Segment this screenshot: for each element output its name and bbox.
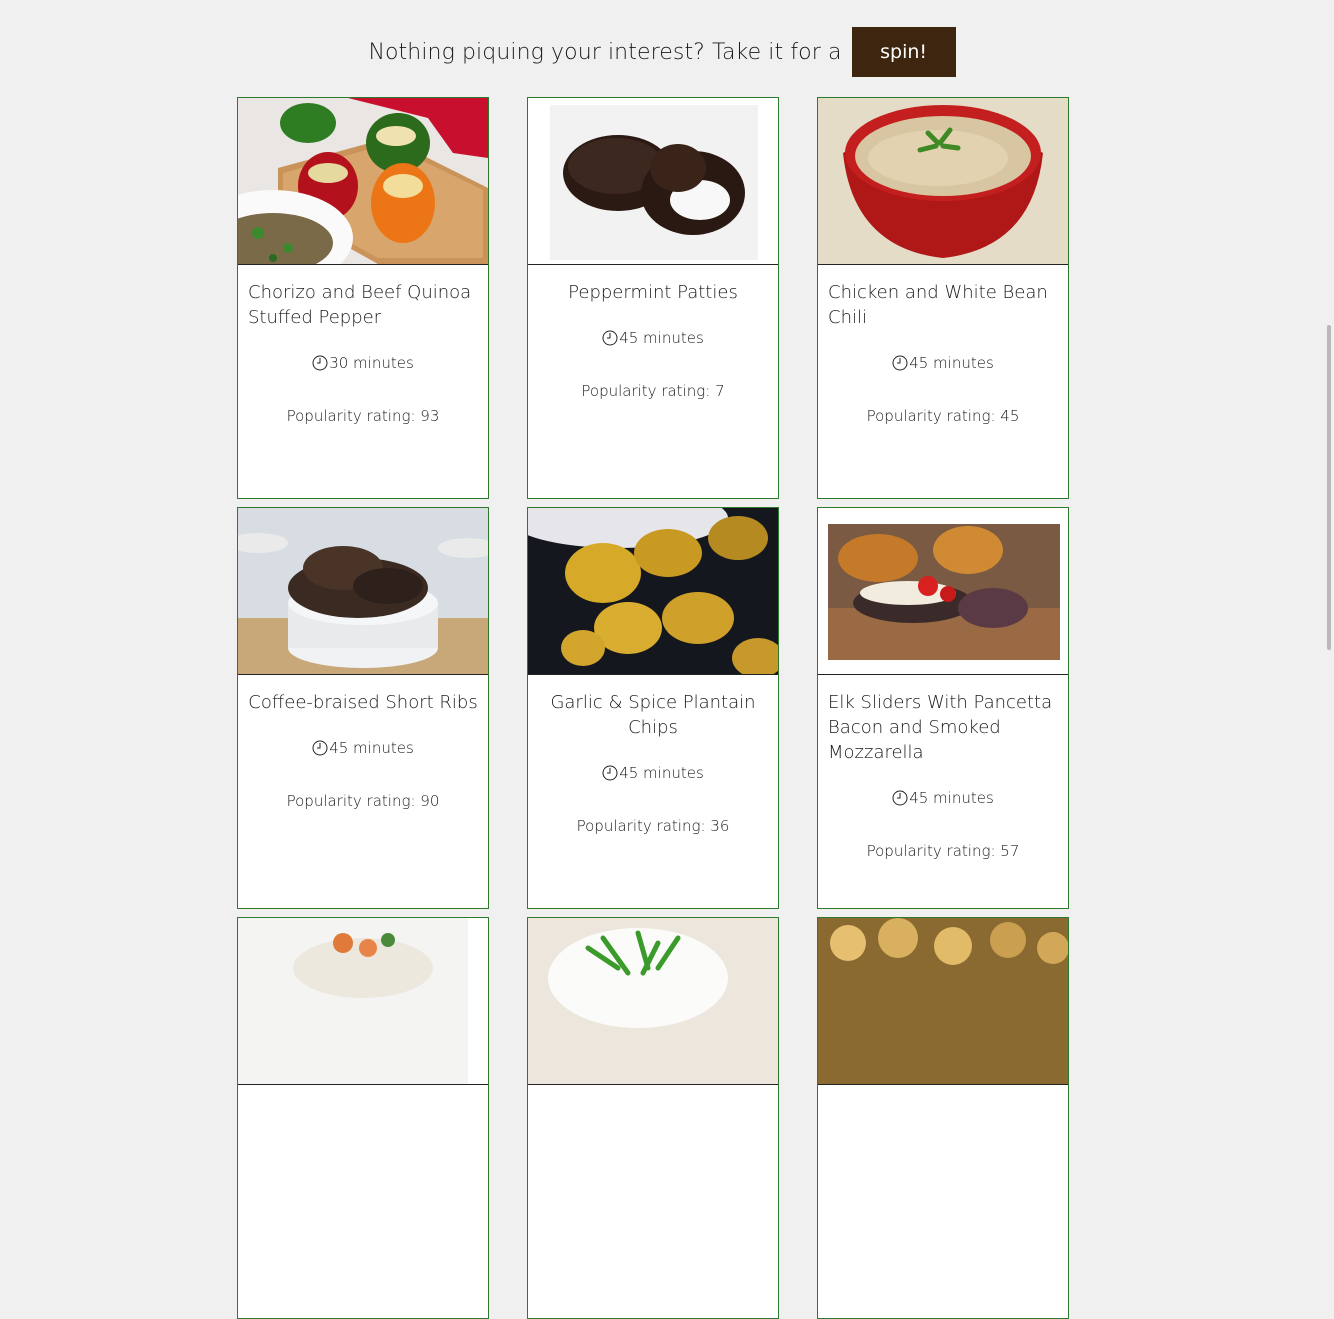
clock-icon bbox=[602, 765, 618, 781]
clock-icon bbox=[892, 355, 908, 371]
spin-button[interactable]: spin! bbox=[851, 27, 956, 77]
recipe-rating: Popularity rating: 36 bbox=[576, 817, 730, 835]
clock-icon bbox=[312, 740, 328, 756]
recipe-time: 30 minutes bbox=[238, 354, 488, 372]
recipe-time: 45 minutes bbox=[238, 739, 488, 757]
recipe-time: 45 minutes bbox=[818, 354, 1068, 372]
recipe-title[interactable]: Elk Sliders With Pancetta Bacon and Smok… bbox=[818, 675, 1068, 765]
recipe-card[interactable]: Coffee-braised Short Ribs 45 minutes Pop… bbox=[237, 507, 489, 909]
recipe-time-value: 45 minutes bbox=[619, 764, 704, 782]
recipe-card[interactable] bbox=[817, 917, 1069, 1319]
recipe-image[interactable] bbox=[528, 98, 778, 265]
vertical-scrollbar[interactable] bbox=[1324, 0, 1334, 976]
recipe-title[interactable]: Coffee-braised Short Ribs bbox=[238, 675, 488, 715]
recipe-card[interactable]: Elk Sliders With Pancetta Bacon and Smok… bbox=[817, 507, 1069, 909]
recipe-time: 45 minutes bbox=[528, 329, 778, 347]
recipe-card[interactable] bbox=[527, 917, 779, 1319]
recipe-image[interactable] bbox=[818, 918, 1068, 1085]
clock-icon bbox=[312, 355, 328, 371]
recipe-rating: Popularity rating: 57 bbox=[866, 842, 1020, 860]
recipe-card[interactable] bbox=[237, 917, 489, 1319]
recipe-time: 45 minutes bbox=[528, 764, 778, 782]
recipe-image[interactable] bbox=[238, 508, 488, 675]
recipe-rating: Popularity rating: 93 bbox=[286, 407, 440, 425]
recipe-title[interactable]: Garlic & Spice Plantain Chips bbox=[528, 675, 778, 740]
recipe-title[interactable]: Chorizo and Beef Quinoa Stuffed Pepper bbox=[238, 265, 488, 330]
recipe-image[interactable] bbox=[238, 918, 488, 1085]
recipe-card[interactable]: Peppermint Patties 45 minutes Popularity… bbox=[527, 97, 779, 499]
recipe-time-value: 45 minutes bbox=[329, 739, 414, 757]
recipe-image[interactable] bbox=[818, 98, 1068, 265]
recipe-image[interactable] bbox=[528, 508, 778, 675]
recipe-image[interactable] bbox=[528, 918, 778, 1085]
recipe-time-value: 45 minutes bbox=[909, 789, 994, 807]
recipe-image[interactable] bbox=[818, 508, 1068, 675]
recipe-card[interactable]: Chorizo and Beef Quinoa Stuffed Pepper 3… bbox=[237, 97, 489, 499]
header-prompt: Nothing piquing your interest? Take it f… bbox=[368, 39, 842, 65]
scrollbar-thumb[interactable] bbox=[1327, 325, 1331, 650]
recipe-time-value: 45 minutes bbox=[619, 329, 704, 347]
clock-icon bbox=[892, 790, 908, 806]
header-bar: Nothing piquing your interest? Take it f… bbox=[0, 27, 1324, 77]
recipe-rating: Popularity rating: 45 bbox=[866, 407, 1020, 425]
recipe-title[interactable]: Chicken and White Bean Chili bbox=[818, 265, 1068, 330]
recipe-time-value: 30 minutes bbox=[329, 354, 414, 372]
recipe-image[interactable] bbox=[238, 98, 488, 265]
clock-icon bbox=[602, 330, 618, 346]
recipe-card[interactable]: Chicken and White Bean Chili 45 minutes … bbox=[817, 97, 1069, 499]
recipe-title[interactable]: Peppermint Patties bbox=[528, 265, 778, 305]
recipe-card[interactable]: Garlic & Spice Plantain Chips 45 minutes… bbox=[527, 507, 779, 909]
recipe-time-value: 45 minutes bbox=[909, 354, 994, 372]
recipe-grid: Chorizo and Beef Quinoa Stuffed Pepper 3… bbox=[237, 97, 1069, 1319]
recipe-time: 45 minutes bbox=[818, 789, 1068, 807]
recipe-rating: Popularity rating: 7 bbox=[581, 382, 725, 400]
recipe-rating: Popularity rating: 90 bbox=[286, 792, 440, 810]
